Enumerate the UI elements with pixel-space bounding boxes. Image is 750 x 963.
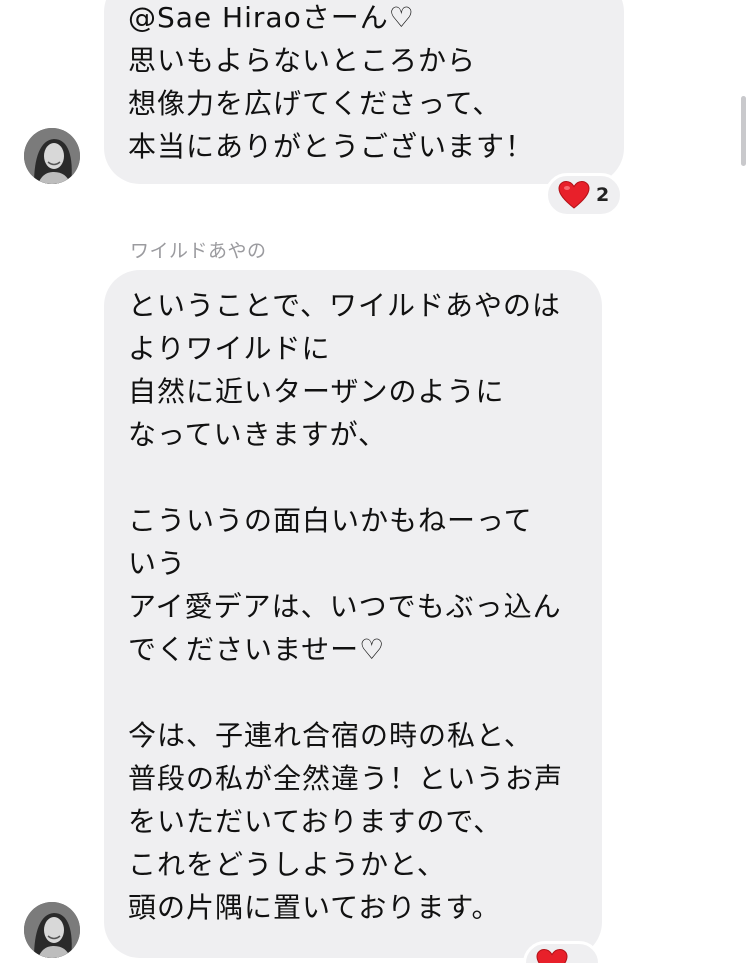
message-line: なっていきますが、 <box>128 418 388 451</box>
message-line: アイ愛デアは、いつでもぶっ込ん <box>128 590 562 623</box>
message-line: 今は、子連れ合宿の時の私と、 <box>128 719 533 752</box>
reaction-badge[interactable] <box>523 941 601 963</box>
heart-icon <box>558 180 590 209</box>
avatar[interactable] <box>24 128 80 184</box>
message-line: 思いもよらないところから <box>128 44 477 77</box>
message-line: でくださいませー♡ <box>128 633 386 666</box>
message-line: よりワイルドに <box>128 332 331 365</box>
avatar-photo <box>24 902 80 958</box>
message-line: 想像力を広げてくださって、 <box>128 87 502 120</box>
message-line: 自然に近いターザンのように <box>128 375 505 408</box>
avatar[interactable] <box>24 902 80 958</box>
reaction-count: 2 <box>596 184 610 206</box>
scrollbar[interactable] <box>741 96 746 166</box>
message-line: をいただいておりますので、 <box>128 805 503 838</box>
heart-icon <box>536 948 568 963</box>
sender-name: ワイルドあやの <box>130 240 267 262</box>
message-line: こういうの面白いかもねーって <box>128 504 533 537</box>
message-line: いう <box>128 547 187 580</box>
message-line: 本当にありがとうございます！ <box>128 130 535 163</box>
chat-thread: @Sae Hiraoさーん♡ 思いもよらないところから 想像力を広げてくださって… <box>0 0 750 963</box>
reaction-badge[interactable]: 2 <box>545 173 623 217</box>
message-line: これをどうしようかと、 <box>128 848 446 881</box>
message-line-blank <box>128 456 578 499</box>
message-line: 普段の私が全然違う！というお声 <box>128 762 564 795</box>
message-line: ということで、ワイルドあやのは <box>128 289 562 322</box>
message-line-blank <box>128 671 578 714</box>
message-line: @Sae Hiraoさーん♡ <box>128 1 415 34</box>
message-bubble[interactable]: @Sae Hiraoさーん♡ 思いもよらないところから 想像力を広げてくださって… <box>104 0 624 184</box>
message-bubble[interactable]: ということで、ワイルドあやのは よりワイルドに 自然に近いターザンのように なっ… <box>104 270 602 958</box>
message-line: 頭の片隅に置いております。 <box>128 891 501 924</box>
avatar-photo <box>24 128 80 184</box>
